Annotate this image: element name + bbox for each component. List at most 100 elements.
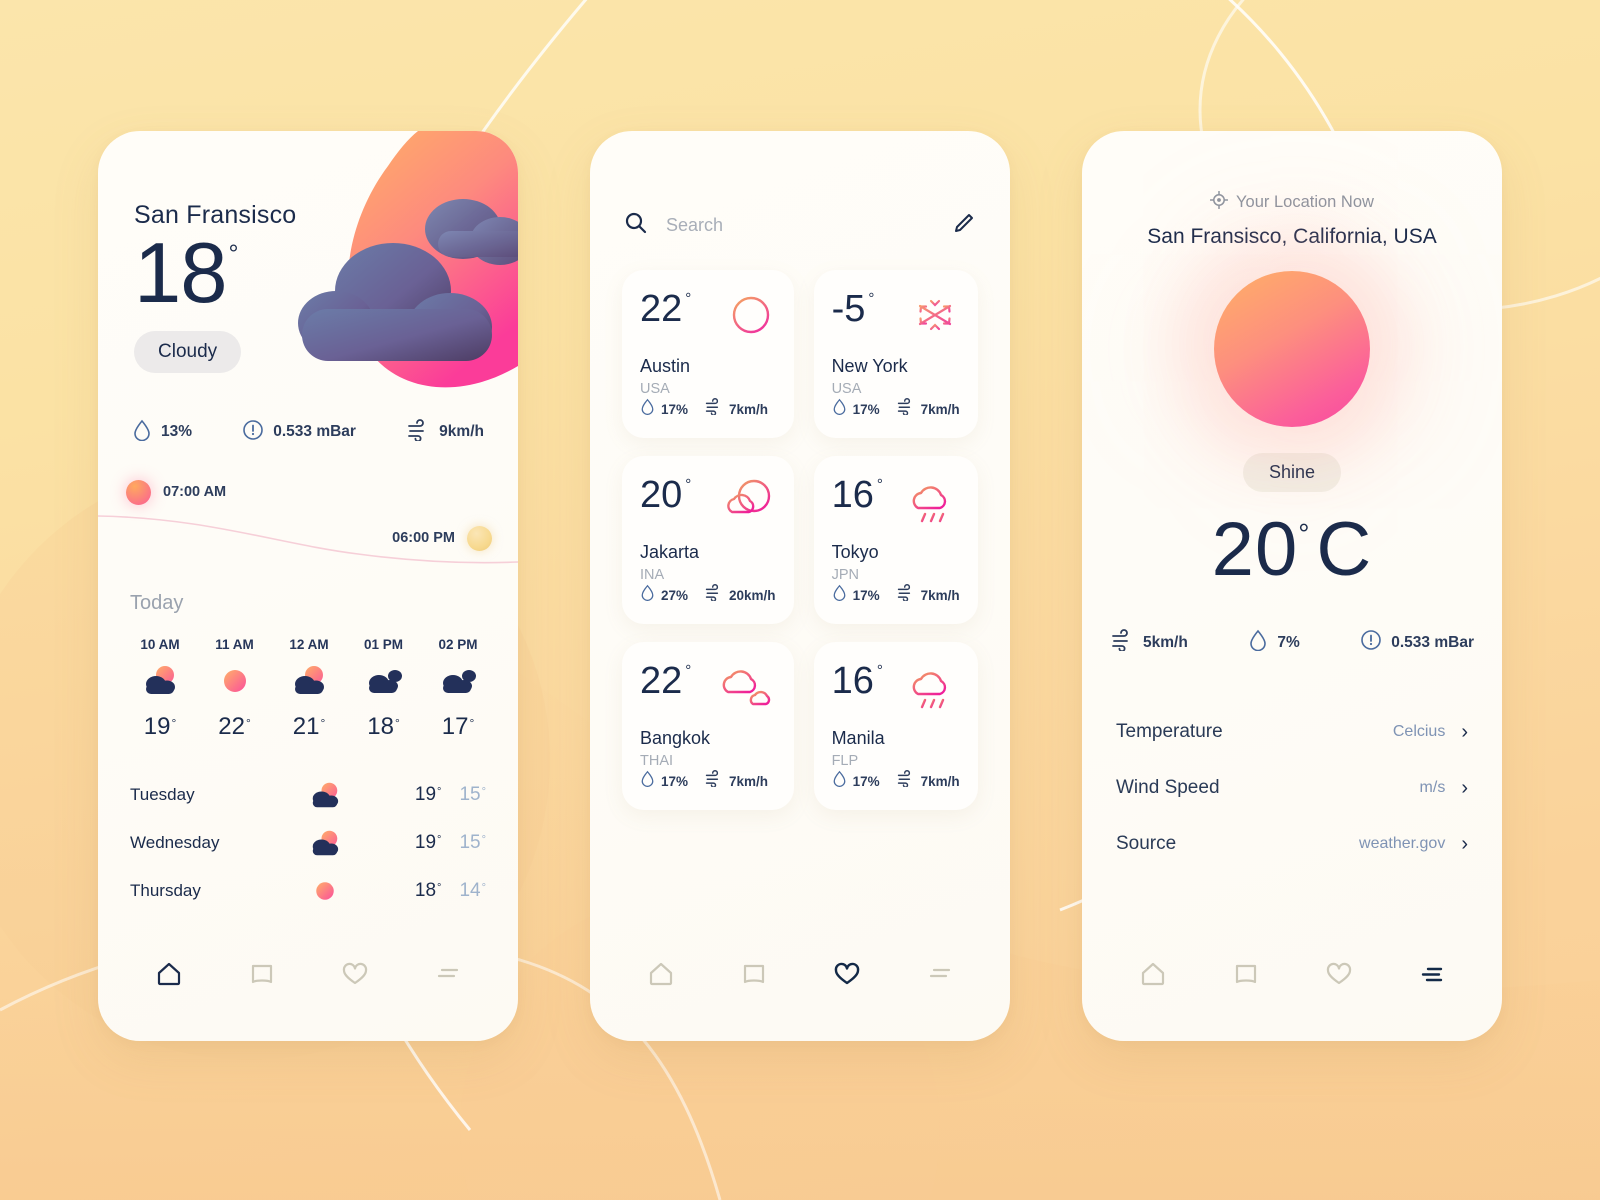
city-temperature: 22 ° <box>640 660 692 702</box>
metric-humidity: 17% <box>832 770 880 792</box>
day-temps: 19 ° 15 ° <box>370 784 486 806</box>
wind-icon <box>704 584 723 606</box>
pressure-info-icon <box>242 419 264 446</box>
settings-list: Temperature Celcius › Wind Speed m/s › S… <box>1082 656 1502 872</box>
settings-row-source[interactable]: Source weather.gov › <box>1116 816 1468 872</box>
day-label: Thursday <box>130 880 201 900</box>
day-high: 19 ° <box>414 783 442 805</box>
page-title: San Fransisco, California, USA <box>1147 225 1437 248</box>
metric-wind: 5km/h <box>1110 629 1188 656</box>
wind-value: 5km/h <box>1143 633 1188 651</box>
search-input[interactable] <box>666 215 934 236</box>
chevron-right-icon[interactable]: › <box>1461 834 1468 854</box>
current-weather-header: San Fransisco 18 ° Cloudy <box>98 131 518 373</box>
humidity-drop-icon <box>832 398 847 420</box>
nav-book-button[interactable] <box>1223 951 1269 997</box>
search-icon[interactable] <box>624 211 648 240</box>
hourly-item[interactable]: 01 PM 18 ° <box>352 637 416 741</box>
hourly-item[interactable]: 11 AM 22 ° <box>203 637 267 741</box>
nav-favorites-button[interactable] <box>332 951 378 997</box>
metric-wind: 9km/h <box>406 418 484 446</box>
wind-icon <box>406 418 430 446</box>
wind-icon <box>896 770 915 792</box>
metric-pressure: 0.533 mBar <box>1360 629 1474 656</box>
day-label: Wednesday <box>130 832 220 852</box>
pencil-icon[interactable] <box>952 211 976 240</box>
chevron-right-icon[interactable]: › <box>1461 722 1468 742</box>
chevron-right-icon[interactable]: › <box>1461 778 1468 798</box>
humidity-drop-icon <box>1248 629 1268 656</box>
city-name: Jakarta <box>640 542 700 562</box>
hour-label: 01 PM <box>363 636 404 652</box>
wind-icon <box>896 398 915 420</box>
temperature-value: 18 <box>134 226 228 321</box>
day-low: 14 ° <box>459 879 486 901</box>
pressure-value: 0.533 mBar <box>273 423 356 441</box>
settings-row-temperature[interactable]: Temperature Celcius › <box>1116 704 1468 760</box>
list-item[interactable]: 20 ° Jakarta INA 27% 20km/h <box>622 456 794 624</box>
nav-menu-button[interactable] <box>425 951 471 997</box>
city-metrics: 17% 7km/h <box>640 770 776 792</box>
snowflake-icon <box>910 290 960 345</box>
list-item[interactable]: 16 ° Tokyo JPN 17% 7km/h <box>813 456 978 624</box>
wind-icon <box>896 584 915 606</box>
day-temps: 18 ° 14 ° <box>370 880 486 902</box>
nav-favorites-button[interactable] <box>1316 951 1362 997</box>
hourly-item[interactable]: 10 AM 19 ° <box>128 637 192 741</box>
humidity-drop-icon <box>640 398 655 420</box>
city-country: USA <box>640 381 670 397</box>
city-card-top: 16 ° <box>832 476 960 532</box>
day-temps: 19 ° 15 ° <box>370 832 486 854</box>
sun-path-track: 07:00 AM 06:00 PM <box>98 474 518 578</box>
metric-humidity: 17% <box>640 770 688 792</box>
nav-home-button[interactable] <box>146 951 192 997</box>
nav-menu-button[interactable] <box>917 951 963 997</box>
pressure-info-icon <box>1360 629 1382 656</box>
city-metrics: 17% 7km/h <box>640 398 776 420</box>
list-item[interactable]: 16 ° Manila FLP 17% 7km/h <box>813 642 978 810</box>
sunrise-info: 07:00 AM <box>126 479 226 505</box>
settings-row-wind-speed[interactable]: Wind Speed m/s › <box>1116 760 1468 816</box>
hourly-item[interactable]: 12 AM 21 ° <box>277 637 341 741</box>
temperature-value: 20 <box>1211 507 1299 592</box>
city-country: THAI <box>640 753 674 769</box>
condition-badge: Cloudy <box>134 330 242 373</box>
humidity-drop-icon <box>832 770 847 792</box>
list-item[interactable]: 22 ° Bangkok THAI 17% 7km/h <box>622 642 794 810</box>
table-row[interactable]: Tuesday 19 ° 15 ° <box>130 771 486 819</box>
city-card-top: 16 ° <box>832 662 960 718</box>
nav-favorites-button[interactable] <box>824 951 870 997</box>
city-country: JPN <box>831 567 859 583</box>
city-name: Austin <box>640 356 691 376</box>
degree-symbol: ° <box>1298 518 1311 549</box>
setting-label: Wind Speed <box>1116 777 1220 798</box>
bottom-navigation <box>98 931 518 1041</box>
temperature-unit: C <box>1316 507 1373 592</box>
metric-wind: 7km/h <box>896 584 960 606</box>
table-row[interactable]: Wednesday 19 ° 15 ° <box>130 819 486 867</box>
nav-book-button[interactable] <box>731 951 777 997</box>
sunset-moon-icon <box>467 525 492 551</box>
sun-outline-icon <box>726 290 776 345</box>
metric-humidity: 17% <box>640 398 688 420</box>
day-high: 19 ° <box>414 831 442 853</box>
nav-book-button[interactable] <box>239 951 285 997</box>
sun-behind-cloud-icon <box>280 781 370 809</box>
list-item[interactable]: -5 ° New York USA 17% 7km/h <box>813 270 978 438</box>
sun-behind-cloud-icon <box>280 829 370 857</box>
nav-menu-button[interactable] <box>1409 951 1455 997</box>
hourly-item[interactable]: 02 PM 17 ° <box>426 637 490 741</box>
metric-humidity: 17% <box>832 398 880 420</box>
nav-home-button[interactable] <box>638 951 684 997</box>
wind-icon <box>704 398 723 420</box>
table-row[interactable]: Thursday 18 ° 14 ° <box>130 867 486 915</box>
sunrise-sun-icon <box>126 479 151 505</box>
list-item[interactable]: 22 ° Austin USA 17% 7km/h <box>622 270 794 438</box>
hour-temp: 18 ° <box>367 712 400 740</box>
nav-home-button[interactable] <box>1130 951 1176 997</box>
sunset-time: 06:00 PM <box>392 530 455 547</box>
pressure-value: 0.533 mBar <box>1391 633 1474 651</box>
setting-label: Source <box>1116 833 1177 854</box>
hour-label: 11 AM <box>215 636 254 652</box>
metric-pressure: 0.533 mBar <box>242 419 356 446</box>
